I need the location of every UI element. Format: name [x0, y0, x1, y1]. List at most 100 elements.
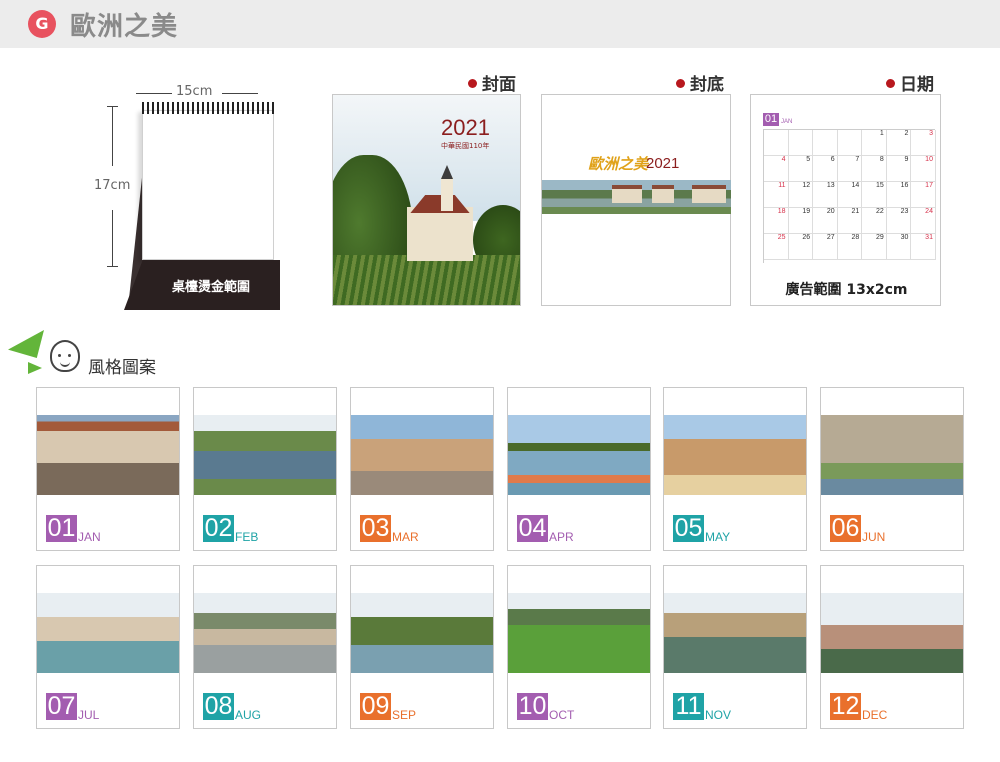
- width-dimension-line-right: [222, 93, 258, 94]
- date-cell: 5: [788, 156, 814, 182]
- month-name: NOV: [705, 708, 732, 722]
- month-number-badge: 10: [517, 692, 548, 720]
- cover-year: 2021: [441, 115, 490, 140]
- date-cell: 24: [911, 208, 936, 234]
- month-number-badge: 01: [46, 514, 77, 542]
- date-cell: 15: [862, 182, 887, 208]
- date-grid: 1 2 3 4 5 6 7 8 9 10 11 12 13 14 15 16 17 18 19 20 21 22 23 24 2…: [763, 129, 936, 263]
- month-card-jul[interactable]: 07 JUL: [36, 565, 180, 729]
- date-month-name: JAN: [781, 119, 793, 125]
- date-cell: 14: [837, 182, 863, 208]
- month-card-feb[interactable]: 02 FEB: [193, 387, 337, 551]
- cover-subtitle: 中華民國110年: [441, 142, 490, 150]
- bullet-dot-icon: [676, 79, 685, 88]
- page-title: 歐洲之美: [70, 12, 179, 42]
- month-number-badge: 05: [673, 514, 704, 542]
- date-cell: 22: [862, 208, 887, 234]
- month-number-badge: 08: [203, 692, 234, 720]
- month-card-oct[interactable]: 10 OCT: [507, 565, 651, 729]
- arrow-icon-large: [8, 330, 44, 358]
- cover-preview[interactable]: 2021 中華民國110年: [332, 94, 521, 306]
- back-house: [652, 185, 674, 203]
- date-cell: 1: [862, 130, 887, 156]
- date-cell: 2: [886, 130, 912, 156]
- back-label: 封底: [676, 70, 724, 95]
- date-cell: 28: [837, 234, 863, 260]
- month-card-apr[interactable]: 04 APR: [507, 387, 651, 551]
- month-card-nov[interactable]: 11 NOV: [663, 565, 807, 729]
- date-cell: 21: [837, 208, 863, 234]
- month-card-may[interactable]: 05 MAY: [663, 387, 807, 551]
- month-number-badge: 03: [360, 514, 391, 542]
- arrow-icon: [8, 330, 44, 376]
- date-cell: 20: [813, 208, 838, 234]
- month-card-mar[interactable]: 03 MAR: [350, 387, 494, 551]
- month-number-badge: 09: [360, 692, 391, 720]
- month-photo: [664, 593, 806, 673]
- month-card-aug[interactable]: 08 AUG: [193, 565, 337, 729]
- month-photo: [664, 415, 806, 495]
- height-label: 17cm: [94, 178, 131, 193]
- bullet-dot-icon: [468, 79, 477, 88]
- back-house: [612, 185, 642, 203]
- date-label: 日期: [886, 70, 934, 95]
- ad-area-caption: 廣告範圍 13x2cm: [785, 282, 908, 298]
- month-card-jun[interactable]: 06 JUN: [820, 387, 964, 551]
- date-cell: 4: [764, 156, 789, 182]
- date-cell: 16: [886, 182, 912, 208]
- page-header: G 歐洲之美: [0, 0, 1000, 48]
- height-cap-bottom: [107, 266, 118, 267]
- date-cell: 11: [764, 182, 789, 208]
- height-line-top: [112, 106, 113, 166]
- back-house: [692, 185, 726, 203]
- month-name: APR: [549, 530, 574, 544]
- month-photo: [821, 415, 963, 495]
- month-card-jan[interactable]: 01 JAN: [36, 387, 180, 551]
- month-number-badge: 12: [830, 692, 861, 720]
- date-cell: 3: [911, 130, 936, 156]
- desk-calendar-illustration: 15cm 17cm 桌檯燙金範圍: [94, 78, 290, 318]
- cover-church: [407, 207, 473, 261]
- month-name: JUL: [78, 708, 100, 722]
- month-name: JAN: [78, 530, 101, 544]
- month-number-badge: 11: [673, 693, 704, 720]
- month-photo: [194, 593, 336, 673]
- month-number-badge: 06: [830, 514, 861, 542]
- month-photo: [37, 415, 179, 495]
- date-cell: 23: [886, 208, 912, 234]
- month-name: MAR: [392, 530, 419, 544]
- month-photo: [37, 593, 179, 673]
- month-number-badge: 02: [203, 514, 234, 542]
- bullet-dot-icon: [886, 79, 895, 88]
- section-badge: G: [28, 10, 56, 38]
- arrow-icon-small: [28, 362, 42, 374]
- month-card-sep[interactable]: 09 SEP: [350, 565, 494, 729]
- month-photo: [508, 593, 650, 673]
- date-cell: 31: [911, 234, 936, 260]
- date-cell: 6: [813, 156, 838, 182]
- date-cell: [837, 130, 863, 156]
- month-name: FEB: [235, 530, 259, 544]
- date-cell: 13: [813, 182, 838, 208]
- date-cell: [788, 130, 814, 156]
- date-cell: 25: [764, 234, 789, 260]
- date-cell: [813, 130, 838, 156]
- date-preview[interactable]: 01 JAN 1 2 3 4 5 6 7 8 9 10 11 12 13 14 15 16 17 18 19 20 21…: [750, 94, 941, 306]
- cover-label: 封面: [468, 70, 516, 95]
- month-photo: [351, 593, 493, 673]
- date-cell: 10: [911, 156, 936, 182]
- date-cell: 17: [911, 182, 936, 208]
- month-number-badge: 04: [517, 514, 548, 542]
- date-cell: 29: [862, 234, 887, 260]
- date-cell: 30: [886, 234, 912, 260]
- back-logo: 歐洲之美: [588, 155, 649, 173]
- height-dimension: 17cm: [94, 106, 138, 267]
- date-cell: 12: [788, 182, 814, 208]
- month-name: AUG: [235, 708, 262, 722]
- month-name: JUN: [862, 530, 886, 544]
- month-card-dec[interactable]: 12 DEC: [820, 565, 964, 729]
- width-label: 15cm: [176, 84, 213, 99]
- back-preview[interactable]: 歐洲之美 2021: [541, 94, 731, 306]
- date-cell: 8: [862, 156, 887, 182]
- base-print-area-label: 桌檯燙金範圍: [171, 280, 250, 295]
